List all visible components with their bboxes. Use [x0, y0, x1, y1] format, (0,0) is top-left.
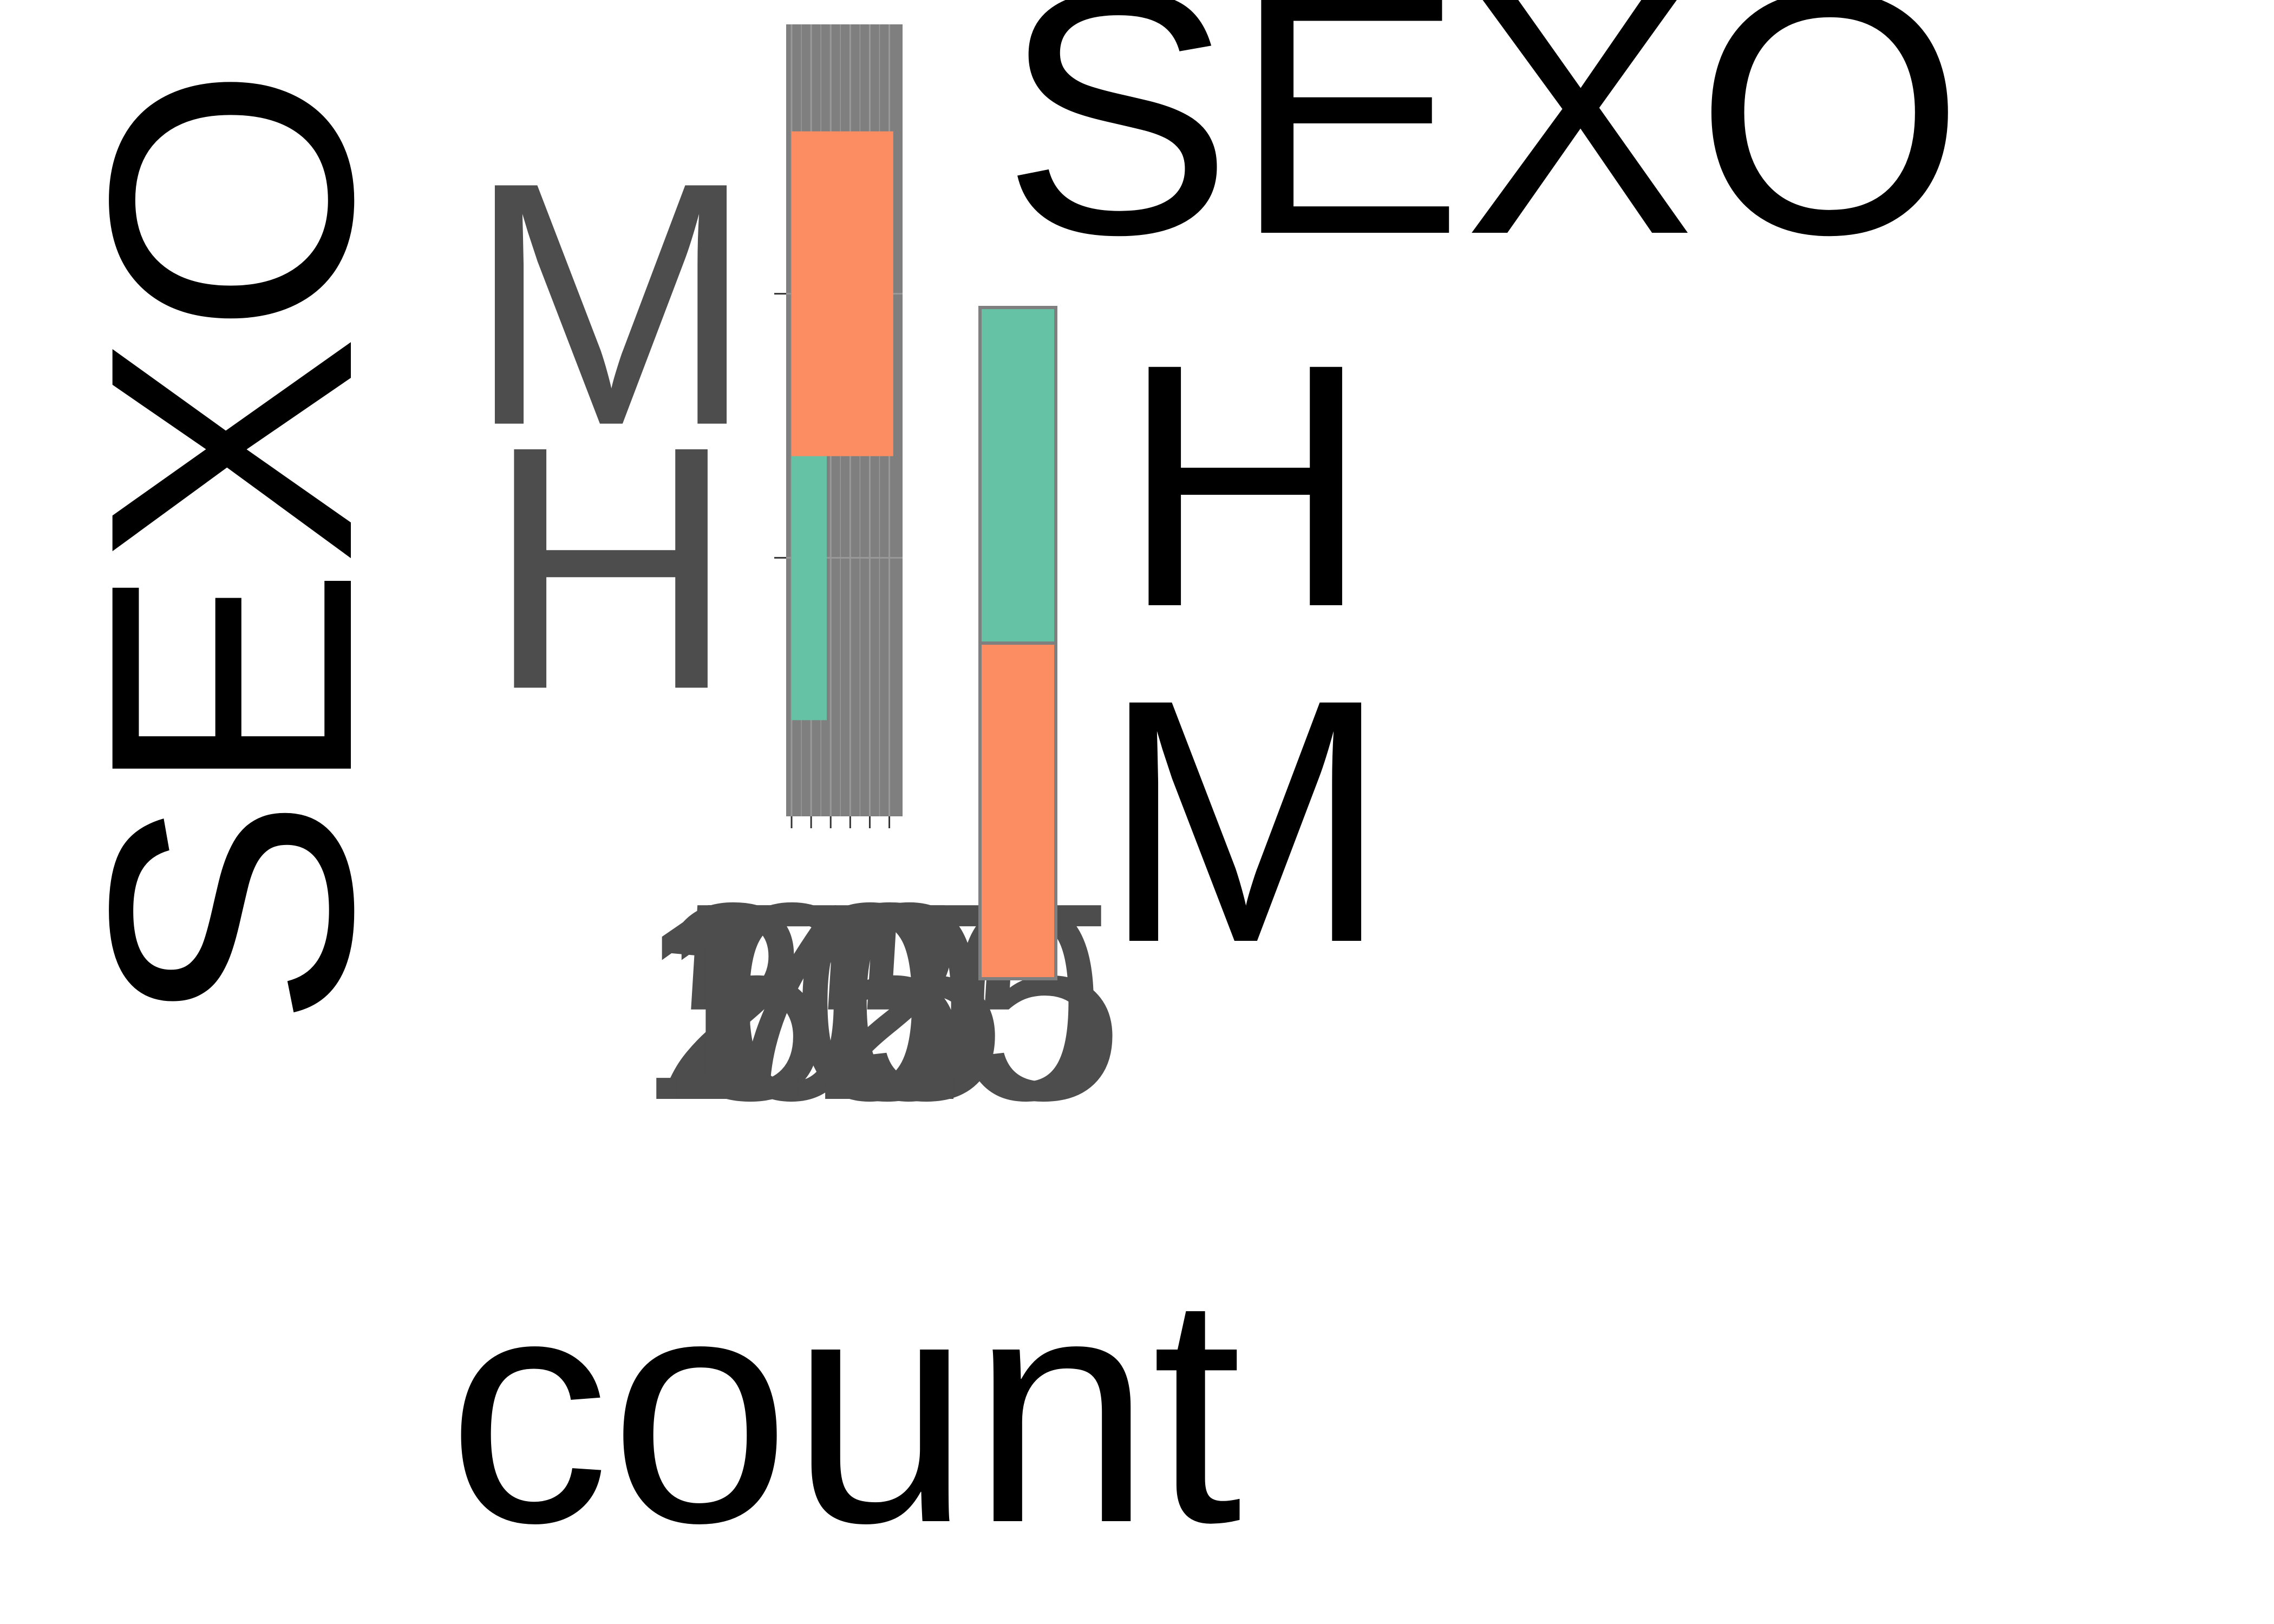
legend-label-h: H — [1120, 292, 1370, 679]
legend-title: SEXO — [1002, 0, 1964, 306]
chart: HM 0255075100125 SEXO count SEXO HM — [0, 0, 2274, 1624]
y-axis-title: SEXO — [37, 66, 424, 1028]
legend: HM — [978, 292, 1390, 1014]
legend-key-h — [978, 306, 1057, 645]
y-tick-label-m: M — [466, 110, 755, 497]
legend-key-m — [978, 641, 1057, 980]
legend-label-m: M — [1101, 627, 1389, 1014]
bar-m — [792, 131, 893, 456]
x-axis-title: count — [447, 1228, 1243, 1590]
